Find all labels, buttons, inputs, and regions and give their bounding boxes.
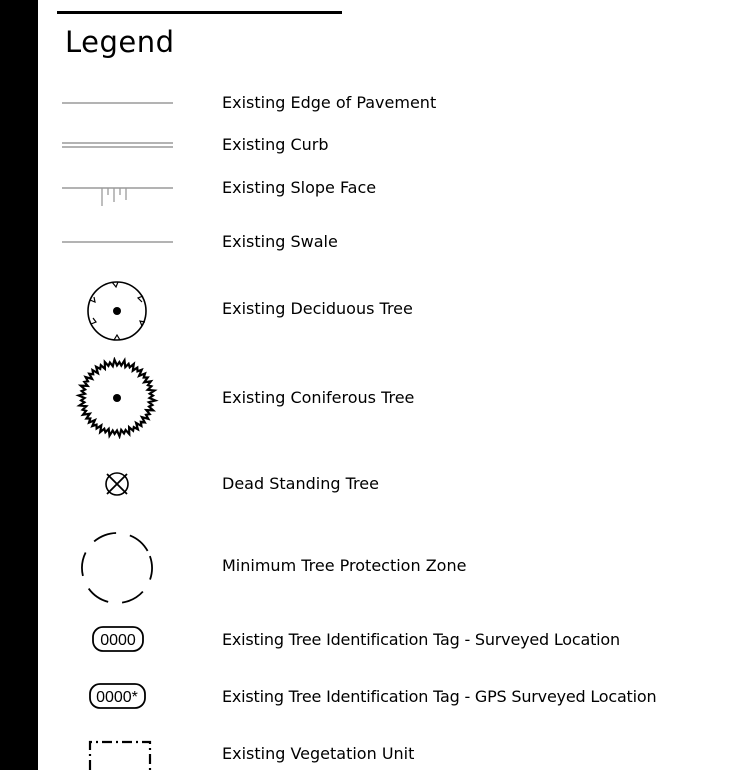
tag-text: 0000 xyxy=(100,632,136,649)
legend-label: Dead Standing Tree xyxy=(222,474,379,493)
protection-zone-icon xyxy=(50,528,185,608)
tag-text: 0000* xyxy=(96,689,138,706)
tag-surveyed-icon: 0000 xyxy=(50,625,185,653)
vegetation-unit-icon xyxy=(50,734,185,770)
tag-gps-icon: 0000* xyxy=(50,682,185,710)
legend-label: Existing Tree Identification Tag - GPS S… xyxy=(222,687,657,706)
dead-tree-icon xyxy=(50,466,185,502)
coniferous-tree-icon xyxy=(50,357,185,439)
title-rule xyxy=(57,11,342,14)
legend-label: Existing Curb xyxy=(222,135,329,154)
legend-label: Existing Tree Identification Tag - Surve… xyxy=(222,630,620,649)
legend-title: Legend xyxy=(65,25,175,59)
slope-face-line-icon xyxy=(50,178,185,218)
legend-label: Minimum Tree Protection Zone xyxy=(222,556,467,575)
edge-of-pavement-line-icon xyxy=(50,92,185,114)
legend-label: Existing Swale xyxy=(222,232,338,251)
legend-label: Existing Coniferous Tree xyxy=(222,388,415,407)
swale-line-icon xyxy=(50,231,185,253)
legend-label: Existing Edge of Pavement xyxy=(222,93,437,112)
curb-double-line-icon xyxy=(50,134,185,156)
legend-label: Existing Slope Face xyxy=(222,178,377,197)
left-border-bar xyxy=(0,0,38,770)
deciduous-tree-icon xyxy=(50,278,185,344)
legend-label: Existing Deciduous Tree xyxy=(222,299,413,318)
legend-label: Existing Vegetation Unit xyxy=(222,744,415,763)
